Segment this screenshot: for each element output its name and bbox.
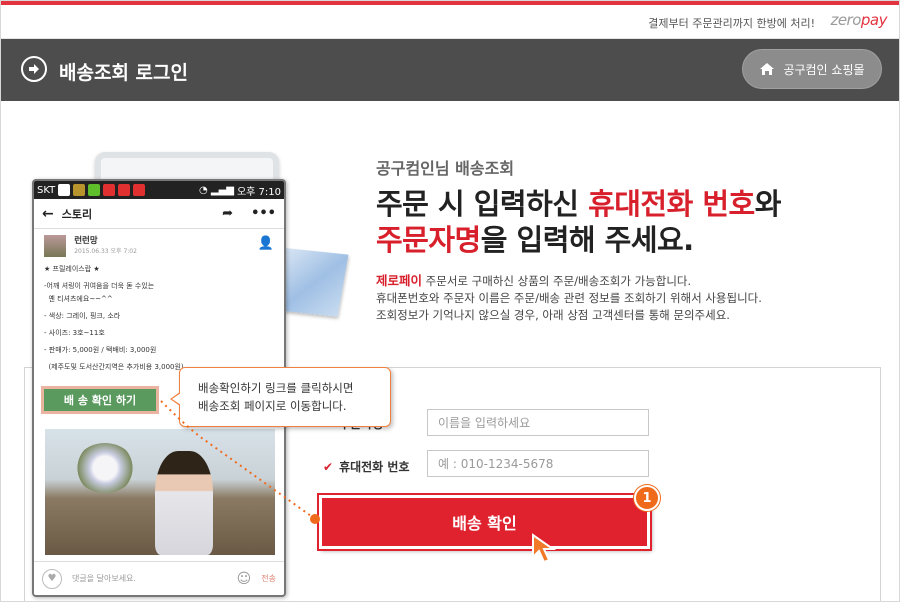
guide-dotted-line — [160, 400, 320, 524]
page: 결제부터 주문관리까지 한방에 처리! zeropay 배송조회 로그인 공구컴… — [0, 0, 900, 602]
